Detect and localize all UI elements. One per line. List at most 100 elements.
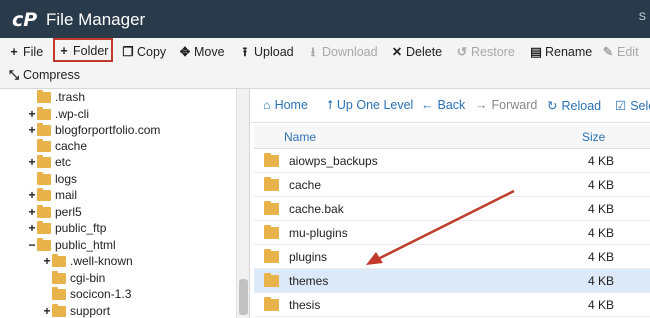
up-one-level-button[interactable]: ⭡ Up One Level [327, 98, 413, 113]
file-name: mu-plugins [289, 226, 348, 240]
tree-scrollbar-thumb[interactable] [239, 279, 248, 315]
restore-button[interactable]: ↺ Restore [454, 41, 517, 65]
tree-item-label: socicon-1.3 [70, 287, 132, 301]
home-button[interactable]: ⌂ Home [263, 98, 308, 112]
tree-expander[interactable]: + [27, 154, 37, 170]
folder-icon [52, 304, 66, 317]
name-column-header[interactable]: Name [284, 130, 316, 144]
table-row[interactable]: cache.bak 4 KB [254, 197, 650, 221]
size-column-header[interactable]: Size [582, 130, 605, 144]
folder-icon [264, 177, 279, 191]
forward-label: Forward [491, 98, 538, 112]
new-folder-label: Folder [73, 44, 109, 58]
select-all-button[interactable]: ☑Sele [615, 98, 650, 113]
table-row-selected[interactable]: themes 4 KB [254, 269, 650, 293]
pencil-icon: ✎ [602, 45, 614, 59]
up-one-level-label: Up One Level [336, 98, 414, 112]
folder-icon [264, 273, 279, 287]
file-size: 4 KB [588, 274, 615, 288]
table-row[interactable]: aiowps_backups 4 KB [254, 149, 650, 173]
folder-icon [37, 123, 51, 136]
forward-button[interactable]: → Forward [475, 98, 537, 112]
tree-item-label: cgi-bin [70, 271, 106, 285]
folder-tree: .trash + .wp-cli + blogforportfolio.com … [0, 89, 250, 318]
compress-label: Compress [23, 68, 80, 82]
file-name: cache.bak [289, 202, 344, 216]
select-all-label: Sele [630, 99, 650, 113]
tree-expander[interactable]: + [27, 122, 37, 138]
file-name: cache [289, 178, 322, 192]
tree-item-label: perl5 [55, 205, 82, 219]
tree-item-label: blogforportfolio.com [55, 123, 161, 137]
folder-icon [264, 225, 279, 239]
tree-item-label: logs [55, 172, 78, 186]
table-row[interactable]: thesis 4 KB [254, 293, 650, 317]
checkbox-icon: ☑ [615, 99, 627, 113]
tree-expander[interactable]: + [42, 253, 52, 269]
app-title: File Manager [46, 10, 146, 29]
copy-button[interactable]: ❐ Copy [120, 41, 168, 65]
folder-icon [37, 172, 51, 185]
folder-icon [264, 297, 279, 311]
navigation-bar: ⌂ Home ⭡ Up One Level ← Back → Forward ↻ Relo… [251, 89, 650, 123]
reload-button[interactable]: ↻ Reload [547, 98, 601, 113]
upload-label: Upload [254, 45, 294, 59]
forward-arrow-icon: → [475, 98, 488, 112]
file-list-panel: ⌂ Home ⭡ Up One Level ← Back → Forward ↻ Relo… [251, 89, 650, 318]
restore-icon: ↺ [456, 45, 468, 59]
tree-expander[interactable]: − [27, 237, 37, 253]
folder-icon [37, 107, 51, 120]
tree-expander[interactable]: + [27, 204, 37, 220]
file-name: plugins [289, 250, 328, 264]
compress-button[interactable]: ⤡ Compress [6, 64, 82, 88]
tree-expander[interactable]: + [42, 303, 52, 318]
table-header: Name Size [254, 125, 650, 149]
app-header: cP File Manager S [0, 0, 650, 38]
move-button[interactable]: ✥ Move [177, 41, 227, 65]
edit-label: Edit [617, 45, 639, 59]
copy-label: Copy [137, 45, 167, 59]
home-label: Home [274, 98, 308, 112]
folder-icon [52, 271, 66, 284]
folder-icon [37, 90, 51, 103]
move-label: Move [194, 45, 225, 59]
svg-text:cP: cP [12, 9, 37, 31]
delete-button[interactable]: ✕ Delete [389, 41, 444, 65]
file-size: 4 KB [588, 202, 615, 216]
tree-expander[interactable]: + [27, 220, 37, 236]
copy-icon: ❐ [122, 45, 134, 59]
download-button[interactable]: ⭳ Download [305, 41, 380, 65]
delete-label: Delete [406, 45, 443, 59]
header-corner-text[interactable]: S [639, 11, 646, 23]
upload-button[interactable]: ⭱ Upload [237, 41, 296, 65]
toolbar: + File + Folder ❐ Copy ✥ Move ⭱ Upload ⭳ Downl… [0, 38, 650, 89]
tree-scrollbar[interactable] [236, 89, 249, 318]
plus-icon: + [10, 45, 18, 59]
move-icon: ✥ [179, 45, 191, 59]
table-row[interactable]: plugins 4 KB [254, 245, 650, 269]
tree-item-label: .trash [55, 90, 86, 104]
delete-icon: ✕ [391, 45, 403, 59]
rename-icon: ▤ [530, 45, 542, 59]
table-row[interactable]: mu-plugins 4 KB [254, 221, 650, 245]
table-row[interactable]: cache 4 KB [254, 173, 650, 197]
folder-icon [52, 254, 66, 267]
tree-item-label: .wp-cli [55, 107, 90, 121]
edit-button[interactable]: ✎ Edit [600, 41, 641, 65]
reload-label: Reload [561, 99, 602, 113]
file-name: aiowps_backups [289, 154, 378, 168]
tree-item-label: .well-known [70, 254, 133, 268]
folder-icon [264, 249, 279, 263]
home-icon: ⌂ [263, 98, 271, 112]
new-file-button[interactable]: + File [6, 41, 45, 65]
tree-item-label: support [70, 304, 111, 318]
file-size: 4 KB [588, 298, 615, 312]
up-arrow-icon: ⭡ [327, 98, 333, 112]
file-name: thesis [289, 298, 321, 312]
rename-button[interactable]: ▤ Rename [528, 41, 594, 65]
tree-expander[interactable]: + [27, 187, 37, 203]
tree-expander[interactable]: + [27, 106, 37, 122]
back-button[interactable]: ← Back [421, 98, 465, 112]
file-size: 4 KB [588, 226, 615, 240]
new-folder-button[interactable]: + Folder [53, 38, 114, 62]
